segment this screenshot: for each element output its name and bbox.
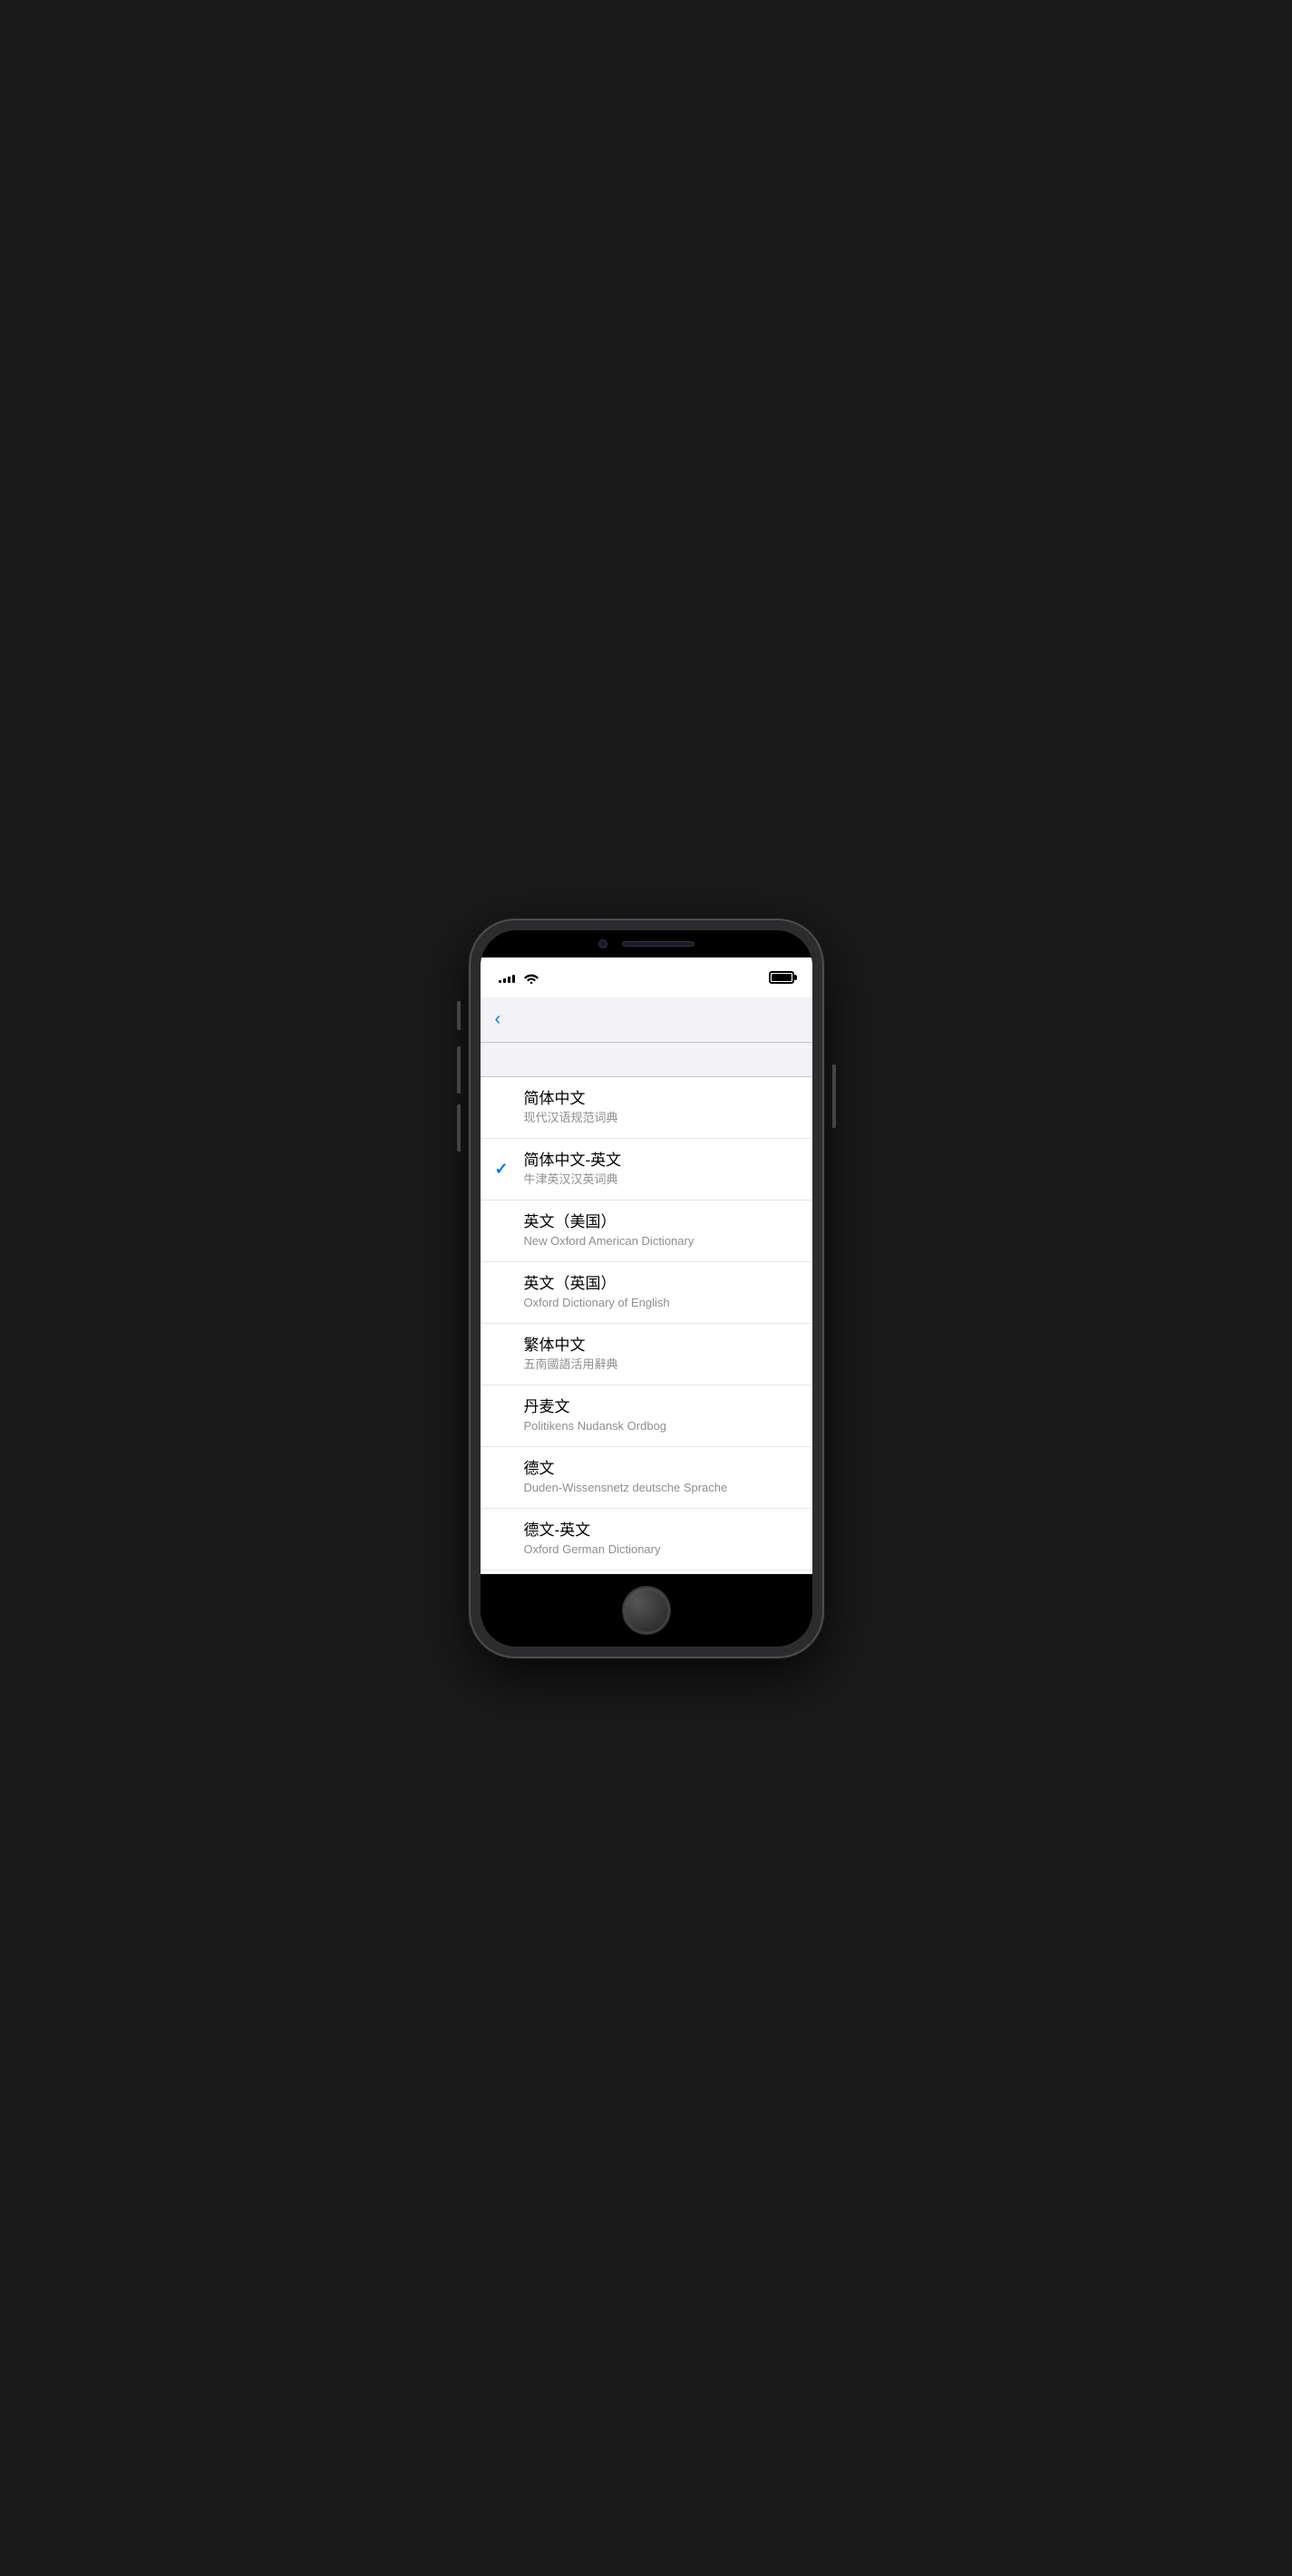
item-title: 简体中文 [524, 1089, 798, 1109]
item-title: 德文-英文 [524, 1521, 798, 1541]
item-content: 德文-英文Oxford German Dictionary [524, 1521, 798, 1558]
dictionary-list[interactable]: 简体中文现代汉语规范词典 ✓简体中文-英文牛津英汉汉英词典英文（美国） New Ox… [481, 1077, 812, 1574]
battery-level [772, 974, 792, 981]
item-content: 丹麦文 Politikens Nudansk Ordbog [524, 1397, 798, 1434]
item-content: 简体中文现代汉语规范词典 [524, 1089, 798, 1126]
item-subtitle: Oxford German Dictionary [524, 1542, 798, 1558]
item-title: 英文（英国） [524, 1274, 798, 1294]
list-item[interactable]: 德文 Duden-Wissensnetz deutsche Sprache [481, 1447, 812, 1509]
item-subtitle: Duden-Wissensnetz deutsche Sprache [524, 1481, 798, 1496]
item-content: 繁体中文五南國語活用辭典 [524, 1336, 798, 1373]
status-left [499, 971, 539, 984]
item-subtitle: Politikens Nudansk Ordbog [524, 1419, 798, 1434]
signal-bar-1 [499, 980, 501, 983]
item-title: 简体中文-英文 [524, 1151, 798, 1171]
home-bar-area [481, 1574, 812, 1647]
item-content: 德文 Duden-Wissensnetz deutsche Sprache [524, 1459, 798, 1496]
item-content: 英文（美国） New Oxford American Dictionary [524, 1212, 798, 1249]
signal-strength [499, 972, 515, 983]
list-item[interactable]: 简体中文现代汉语规范词典 [481, 1077, 812, 1139]
list-item[interactable]: 丹麦文 Politikens Nudansk Ordbog [481, 1385, 812, 1447]
speaker-grille [622, 941, 695, 947]
list-item[interactable]: 繁体中文五南國語活用辭典 [481, 1324, 812, 1385]
front-camera [598, 939, 607, 948]
screen-content: ‹ 简体中文现代汉语规范词典 ✓简体中文-英文牛津英汉汉英词典英文（美国） New … [481, 957, 812, 1574]
signal-bar-2 [503, 978, 506, 983]
item-content: 简体中文-英文牛津英汉汉英词典 [524, 1151, 798, 1188]
signal-bar-4 [512, 975, 515, 983]
phone-frame: ‹ 简体中文现代汉语规范词典 ✓简体中文-英文牛津英汉汉英词典英文（美国） New … [470, 919, 823, 1657]
status-right [769, 971, 794, 984]
item-title: 英文（美国） [524, 1212, 798, 1232]
power-button[interactable] [832, 1064, 836, 1128]
battery-icon [769, 971, 794, 984]
item-subtitle: 现代汉语规范词典 [524, 1111, 798, 1126]
item-title: 繁体中文 [524, 1336, 798, 1356]
phone-screen: ‹ 简体中文现代汉语规范词典 ✓简体中文-英文牛津英汉汉英词典英文（美国） New … [481, 930, 812, 1647]
item-title: 德文 [524, 1459, 798, 1479]
list-item[interactable]: ✓简体中文-英文牛津英汉汉英词典 [481, 1139, 812, 1201]
item-subtitle: 五南國語活用辭典 [524, 1357, 798, 1373]
status-bar [481, 957, 812, 997]
list-item[interactable]: 英文（美国） New Oxford American Dictionary [481, 1201, 812, 1262]
volume-up-button[interactable] [457, 1046, 461, 1094]
checkmark-icon: ✓ [495, 1160, 520, 1179]
item-subtitle: 牛津英汉汉英词典 [524, 1172, 798, 1188]
phone-top-notch [481, 930, 812, 957]
list-item[interactable]: 德文-英文Oxford German Dictionary [481, 1509, 812, 1570]
volume-down-button[interactable] [457, 1104, 461, 1152]
list-item[interactable]: 俄文 [481, 1570, 812, 1574]
back-chevron-icon: ‹ [495, 1010, 501, 1028]
item-subtitle: Oxford Dictionary of English [524, 1296, 798, 1311]
back-button[interactable]: ‹ [495, 1010, 568, 1028]
section-header [481, 1043, 812, 1077]
item-content: 英文（英国） Oxford Dictionary of English [524, 1274, 798, 1311]
navigation-bar: ‹ [481, 997, 812, 1043]
home-button[interactable] [623, 1587, 670, 1634]
signal-bar-3 [508, 977, 510, 983]
item-title: 丹麦文 [524, 1397, 798, 1417]
item-subtitle: New Oxford American Dictionary [524, 1234, 798, 1249]
wifi-icon [524, 971, 539, 984]
list-item[interactable]: 英文（英国） Oxford Dictionary of English [481, 1262, 812, 1324]
mute-button[interactable] [457, 1001, 461, 1030]
